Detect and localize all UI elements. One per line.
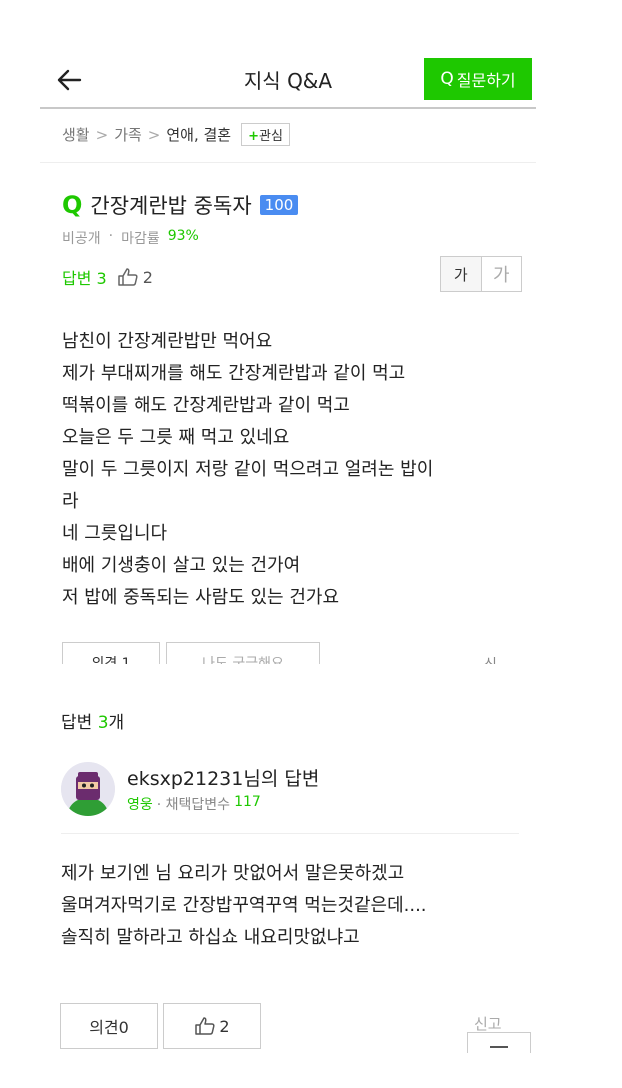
breadcrumb-separator: > — [147, 125, 161, 144]
question-title-row: Q 간장계란밥 중독자 100 — [62, 190, 299, 220]
question-title: 간장계란밥 중독자 — [90, 194, 252, 218]
answer-body: 제가 보기엔 님 요리가 맛없어서 말은못하겠고 울며겨자먹기로 간장밥꾸역꾸역… — [61, 858, 531, 954]
like-button[interactable]: 2 — [117, 267, 153, 287]
author: 비공개 — [62, 231, 101, 247]
follow-button[interactable]: +관심 — [241, 123, 290, 146]
answers-heading-count: 3 — [97, 713, 109, 733]
body-line: 라 — [62, 491, 79, 512]
avatar[interactable] — [61, 762, 115, 816]
divider — [40, 162, 536, 163]
breadcrumb-separator: > — [95, 125, 109, 144]
breadcrumb: 생활 > 가족 > 연애, 결혼 +관심 — [62, 123, 290, 146]
question-mark-icon: Q — [62, 191, 83, 219]
app-header: 지식 Q&A Q 질문하기 — [40, 50, 536, 109]
ask-question-button[interactable]: Q 질문하기 — [424, 58, 532, 100]
body-line: 남친이 간장계란밥만 먹어요 — [62, 331, 273, 352]
opinion-button[interactable]: 의견 1 — [62, 642, 160, 664]
question-card: 지식 Q&A Q 질문하기 생활 > 가족 > 연애, 결혼 +관심 Q 간장계… — [40, 50, 536, 664]
answer-line: 울며겨자먹기로 간장밥꾸역꾸역 먹는것같은데.... — [61, 895, 427, 916]
font-small-button[interactable]: 가 — [441, 257, 482, 291]
font-large-button[interactable]: 가 — [482, 257, 522, 291]
points-badge: 100 — [259, 195, 299, 215]
follow-label: 관심 — [259, 129, 283, 144]
answer-line: 제가 보기엔 님 요리가 맛없어서 말은못하겠고 — [61, 863, 405, 884]
thumbs-up-icon — [117, 268, 138, 286]
answers-heading: 답변 3개 — [61, 708, 124, 733]
body-line: 떡볶이를 해도 간장계란밥과 같이 먹고 — [62, 395, 350, 416]
breadcrumb-item[interactable]: 가족 — [114, 124, 142, 145]
question-body: 남친이 간장계란밥만 먹어요 제가 부대찌개를 해도 간장계란밥과 같이 먹고 … — [62, 326, 522, 614]
answers-heading-suffix: 개 — [108, 713, 125, 733]
answer-count[interactable]: 답변 3 — [62, 265, 107, 289]
meta-dot: · — [108, 228, 114, 244]
answerer-meta: 영웅 · 채택답변수 117 — [127, 794, 261, 814]
report-link[interactable]: 신고 — [484, 654, 497, 664]
q-icon: Q — [440, 69, 454, 89]
adopted-label: · 채택답변수 — [156, 797, 231, 813]
close-rate-value: 93% — [167, 228, 199, 244]
breadcrumb-item[interactable]: 생활 — [62, 124, 90, 145]
body-line: 네 그릇입니다 — [62, 523, 168, 544]
divider — [61, 833, 519, 834]
me-too-button[interactable]: 나도 궁금해요 — [166, 642, 320, 664]
body-line: 배에 기생충이 살고 있는 건가여 — [62, 555, 301, 576]
close-rate-label: 마감률 — [121, 231, 160, 247]
question-meta: 비공개 · 마감률 93% — [62, 228, 199, 248]
answer-opinion-button[interactable]: 의견0 — [60, 1003, 158, 1049]
thumbs-up-icon — [195, 1017, 215, 1035]
question-stats: 답변 3 2 — [62, 265, 153, 289]
answer-like-button[interactable]: 2 — [163, 1003, 261, 1049]
body-line: 저 밥에 중독되는 사람도 있는 건가요 — [62, 587, 340, 608]
body-line: 말이 두 그릇이지 저랑 같이 먹으려고 얼려논 밥이 — [62, 459, 434, 480]
answer-line: 솔직히 말하라고 하십쇼 내요리맛없냐고 — [61, 927, 360, 948]
answer-like-count: 2 — [219, 1016, 230, 1036]
body-line: 오늘은 두 그릇 째 먹고 있네요 — [62, 427, 290, 448]
scroll-top-button[interactable] — [467, 1032, 531, 1053]
adopted-count: 117 — [234, 794, 261, 810]
breadcrumb-item[interactable]: 연애, 결혼 — [166, 124, 231, 145]
body-line: 제가 부대찌개를 해도 간장계란밥과 같이 먹고 — [62, 363, 406, 384]
like-count: 2 — [142, 267, 153, 287]
plus-icon: + — [248, 129, 260, 144]
answerer-name[interactable]: eksxp21231님의 답변 — [127, 764, 319, 791]
answerer-rank: 영웅 — [127, 797, 153, 813]
font-size-toggle: 가 가 — [440, 256, 522, 292]
ask-question-label: 질문하기 — [456, 71, 516, 90]
answer-report-link[interactable]: 신고 — [474, 1013, 502, 1034]
answers-heading-prefix: 답변 — [61, 713, 98, 733]
scroll-top-icon — [490, 1046, 508, 1048]
